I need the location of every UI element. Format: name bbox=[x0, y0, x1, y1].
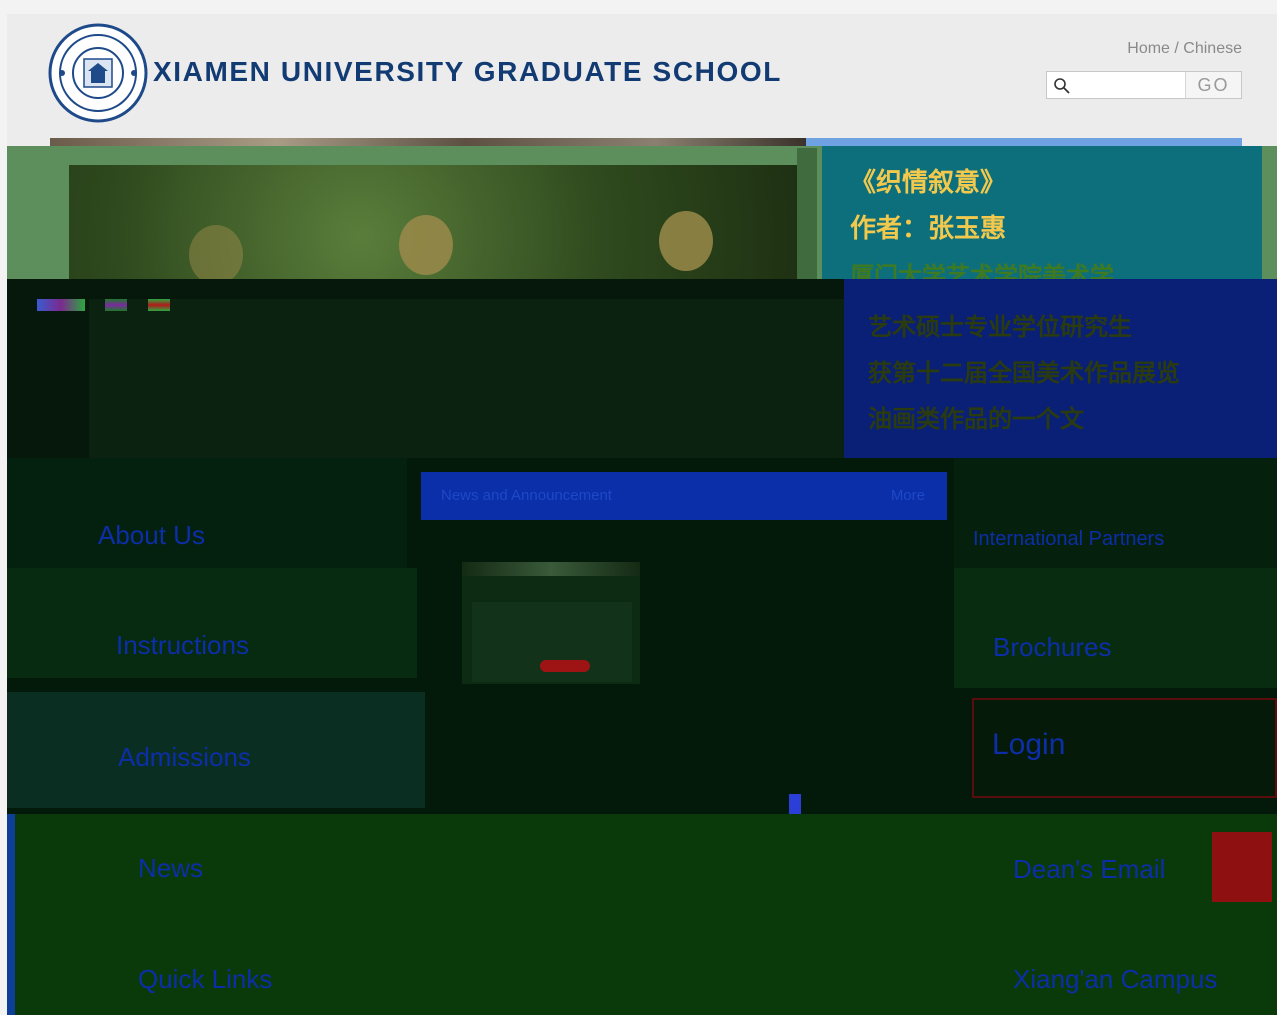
tile-international-partners[interactable]: International Partners bbox=[973, 528, 1164, 551]
top-links: Home / Chinese bbox=[1127, 40, 1242, 58]
tile-deans-email[interactable]: Dean's Email bbox=[1013, 854, 1165, 885]
caption-dark-panel: 艺术硕士专业学位研究生 获第十二届全国美术作品展览 油画类作品的一个文 bbox=[844, 279, 1277, 458]
slide-indicators bbox=[37, 298, 186, 316]
banner-caption: 《织情叙意》 作者：张玉惠 厦门大学艺术学院美术学 bbox=[822, 146, 1262, 290]
login-box[interactable]: Login bbox=[972, 698, 1277, 798]
tile-login[interactable]: Login bbox=[992, 728, 1065, 762]
search-input[interactable] bbox=[1073, 74, 1185, 96]
site-title: XIAMEN UNIVERSITY GRADUATE SCHOOL bbox=[153, 56, 782, 87]
decor-mark bbox=[789, 794, 801, 814]
painting-figure bbox=[659, 211, 713, 271]
news-thumb-header bbox=[462, 562, 640, 576]
tile-xiangan-campus[interactable]: Xiang'an Campus bbox=[1013, 964, 1217, 995]
tile-background bbox=[7, 568, 417, 678]
news-announcement-header: News and Announcement More bbox=[421, 472, 947, 520]
caption-line: 艺术硕士专业学位研究生 bbox=[868, 313, 1132, 341]
banner-painting-image bbox=[69, 165, 797, 285]
tile-news[interactable]: News bbox=[138, 853, 203, 884]
tile-edge bbox=[7, 814, 15, 1015]
banner-dark-panel bbox=[89, 299, 845, 458]
chinese-link[interactable]: Chinese bbox=[1183, 40, 1242, 57]
caption-artwork-title: 《织情叙意》 bbox=[850, 168, 1007, 198]
tile-background bbox=[7, 458, 407, 568]
news-more-link[interactable]: More bbox=[891, 487, 925, 504]
page: XIAMEN UNIVERSITY GRADUATE SCHOOL Home /… bbox=[7, 14, 1277, 1015]
search-go-button[interactable]: GO bbox=[1185, 72, 1241, 98]
tile-quick-links[interactable]: Quick Links bbox=[138, 964, 272, 995]
slide-dot-2[interactable] bbox=[105, 299, 128, 311]
search-icon bbox=[1054, 78, 1070, 94]
painting-figure bbox=[189, 225, 243, 285]
banner-dark-band: 艺术硕士专业学位研究生 获第十二届全国美术作品展览 油画类作品的一个文 bbox=[7, 279, 1277, 458]
site-header: XIAMEN UNIVERSITY GRADUATE SCHOOL Home /… bbox=[7, 14, 1277, 138]
university-seal-logo[interactable] bbox=[48, 23, 148, 123]
campus-gate-image bbox=[1212, 832, 1272, 902]
slide-dot-3[interactable] bbox=[147, 299, 170, 311]
slide-dot-1[interactable] bbox=[37, 299, 85, 311]
painting-figure bbox=[399, 215, 453, 275]
home-link[interactable]: Home bbox=[1127, 40, 1170, 57]
link-separator: / bbox=[1169, 40, 1184, 57]
search-box: GO bbox=[1046, 71, 1242, 99]
caption-line: 油画类作品的一个文 bbox=[868, 405, 1084, 433]
news-thumbnail[interactable] bbox=[462, 562, 640, 684]
hero-banner[interactable]: 《织情叙意》 作者：张玉惠 厦门大学艺术学院美术学 艺术硕士专业学位研究生 获第… bbox=[7, 138, 1277, 458]
tile-background bbox=[954, 458, 1277, 568]
news-header-label: News and Announcement bbox=[441, 487, 612, 504]
banner-divider bbox=[797, 148, 817, 281]
tile-background bbox=[954, 568, 1277, 688]
tile-instructions[interactable]: Instructions bbox=[116, 630, 249, 661]
caption-line: 获第十二届全国美术作品展览 bbox=[868, 359, 1180, 387]
caption-author: 作者：张玉惠 bbox=[850, 214, 1007, 244]
quick-tiles-section: News and Announcement More About Us Inst… bbox=[7, 458, 1277, 1015]
tile-admissions[interactable]: Admissions bbox=[118, 742, 251, 773]
tile-about-us[interactable]: About Us bbox=[98, 520, 205, 551]
news-thumb-accent bbox=[540, 660, 590, 672]
tile-brochures[interactable]: Brochures bbox=[993, 632, 1112, 663]
